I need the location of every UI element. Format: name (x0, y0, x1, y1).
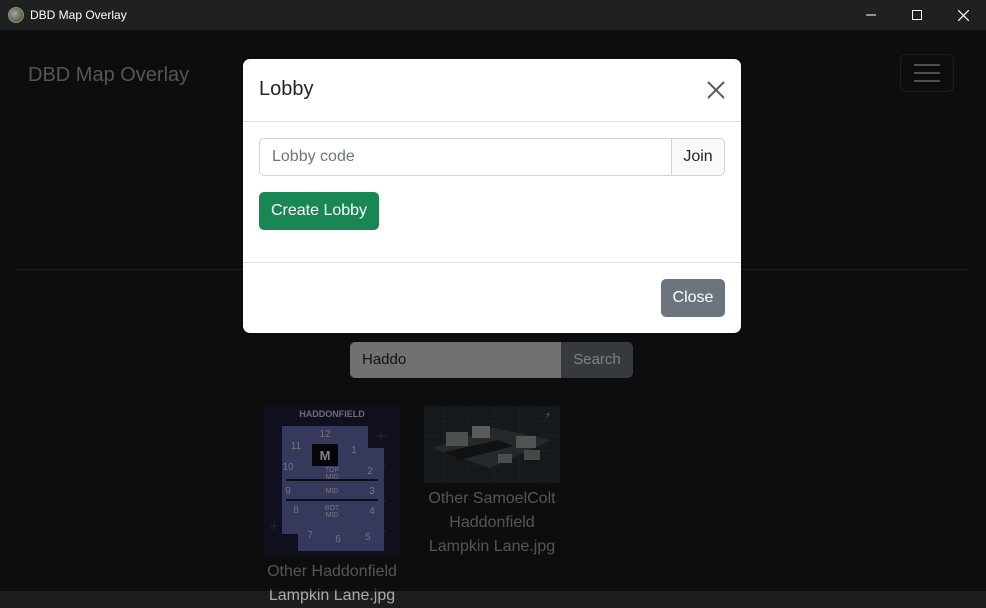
close-icon (957, 9, 969, 21)
minimize-button[interactable] (848, 0, 894, 30)
app-icon (8, 7, 24, 23)
modal-body: Lobby code Join Create Lobby (243, 122, 741, 263)
close-icon[interactable] (705, 79, 727, 101)
window-titlebar: DBD Map Overlay (0, 0, 986, 30)
maximize-icon (912, 10, 922, 20)
modal-title: Lobby (259, 78, 314, 100)
window-title: DBD Map Overlay (30, 8, 127, 22)
close-button[interactable]: Close (661, 279, 725, 317)
create-lobby-button[interactable]: Create Lobby (259, 192, 379, 230)
join-button[interactable]: Join (671, 138, 725, 176)
window-close-button[interactable] (940, 0, 986, 30)
lobby-code-input[interactable]: Lobby code (259, 138, 672, 176)
maximize-button[interactable] (894, 0, 940, 30)
minimize-icon (866, 14, 876, 16)
modal-header: Lobby (243, 59, 741, 122)
lobby-modal: Lobby Lobby code Join Create Lobby Close (243, 59, 741, 333)
